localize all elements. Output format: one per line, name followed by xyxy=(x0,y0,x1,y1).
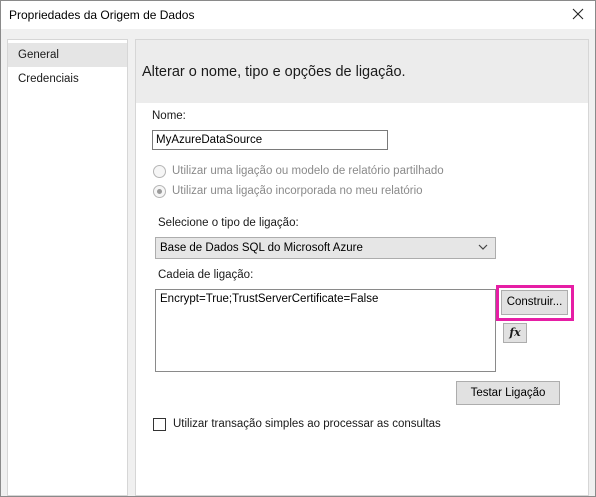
connection-type-value: Base de Dados SQL do Microsoft Azure xyxy=(160,242,363,254)
fx-expression-button[interactable]: fx xyxy=(503,323,527,343)
radio-selected-dot xyxy=(157,189,162,194)
close-icon xyxy=(572,8,584,20)
sidebar-item-general[interactable]: General xyxy=(8,43,127,67)
radio-embedded-connection[interactable] xyxy=(153,185,166,198)
radio-shared-connection[interactable] xyxy=(153,165,166,178)
radio-embedded-connection-label: Utilizar uma ligação incorporada no meu … xyxy=(172,185,423,197)
connection-string-field[interactable]: Encrypt=True;TrustServerCertificate=Fals… xyxy=(155,289,496,372)
dialog-body: General Credenciais Alterar o nome, tipo… xyxy=(1,29,595,496)
content-panel: Alterar o nome, tipo e opções de ligação… xyxy=(135,39,589,496)
title-bar: Propriedades da Origem de Dados xyxy=(1,1,595,29)
dialog-title: Propriedades da Origem de Dados xyxy=(9,8,195,22)
chevron-down-icon xyxy=(478,244,488,250)
test-connection-button[interactable]: Testar Ligação xyxy=(456,381,560,405)
section-header: Alterar o nome, tipo e opções de ligação… xyxy=(136,40,588,103)
connection-string-label: Cadeia de ligação: xyxy=(158,269,254,281)
section-header-text: Alterar o nome, tipo e opções de ligação… xyxy=(142,64,406,80)
data-source-properties-dialog: Propriedades da Origem de Dados General … xyxy=(0,0,596,497)
sidebar-nav: General Credenciais xyxy=(7,39,128,496)
close-button[interactable] xyxy=(563,1,593,27)
single-transaction-checkbox[interactable] xyxy=(153,418,166,431)
sidebar-item-credentials[interactable]: Credenciais xyxy=(8,67,127,91)
single-transaction-label: Utilizar transação simples ao processar … xyxy=(173,418,441,430)
name-label: Nome: xyxy=(152,110,186,122)
connection-type-select[interactable]: Base de Dados SQL do Microsoft Azure xyxy=(155,237,496,259)
connection-type-label: Selecione o tipo de ligação: xyxy=(158,217,299,229)
function-icon: fx xyxy=(509,326,521,339)
radio-shared-connection-label: Utilizar uma ligação ou modelo de relató… xyxy=(172,165,444,177)
name-field[interactable]: MyAzureDataSource xyxy=(152,130,388,150)
build-button[interactable]: Construir... xyxy=(501,290,568,315)
